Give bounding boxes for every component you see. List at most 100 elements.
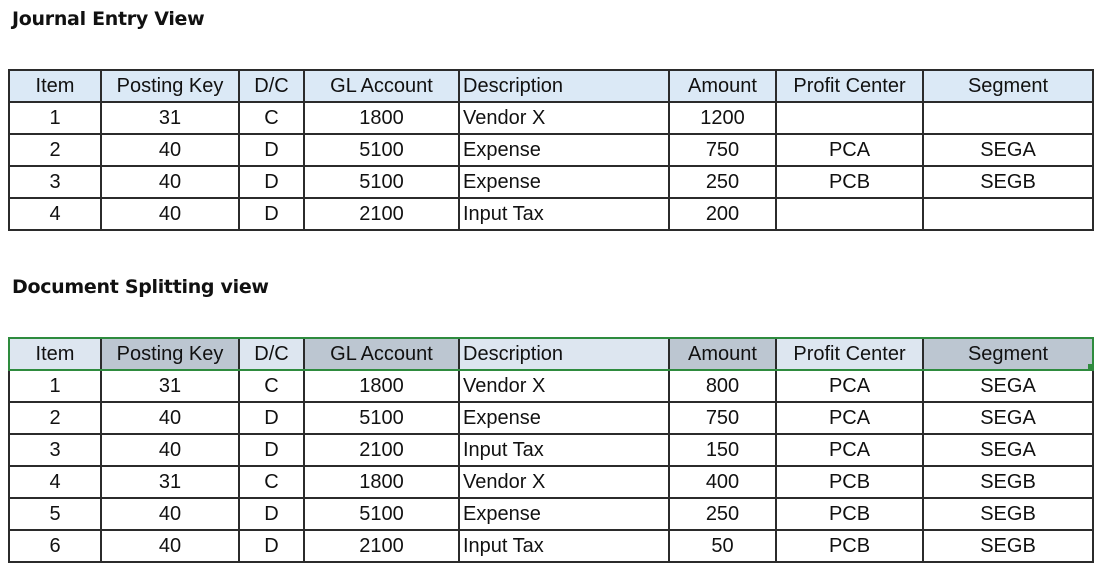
cell-gl-account[interactable]: 5100 (303, 133, 460, 167)
cell-item[interactable]: 5 (8, 497, 102, 531)
cell-dc[interactable]: C (238, 369, 305, 403)
cell-posting-key[interactable]: 40 (100, 529, 240, 563)
cell-posting-key[interactable]: 40 (100, 433, 240, 467)
cell-segment[interactable]: SEGA (922, 133, 1094, 167)
column-header-dc[interactable]: D/C (238, 69, 305, 103)
cell-description[interactable]: Input Tax (458, 433, 670, 467)
cell-gl-account[interactable]: 1800 (303, 101, 460, 135)
cell-profit-center[interactable]: PCB (775, 165, 924, 199)
cell-description[interactable]: Expense (458, 165, 670, 199)
cell-profit-center[interactable]: PCA (775, 369, 924, 403)
cell-description[interactable]: Input Tax (458, 529, 670, 563)
cell-posting-key[interactable]: 40 (100, 133, 240, 167)
cell-amount[interactable]: 400 (668, 465, 777, 499)
cell-description[interactable]: Vendor X (458, 369, 670, 403)
cell-amount[interactable]: 250 (668, 497, 777, 531)
cell-profit-center[interactable]: PCA (775, 433, 924, 467)
cell-segment[interactable]: SEGA (922, 401, 1094, 435)
column-header-description[interactable]: Description (458, 69, 670, 103)
cell-dc[interactable]: C (238, 101, 305, 135)
cell-dc[interactable]: D (238, 529, 305, 563)
cell-amount[interactable]: 750 (668, 401, 777, 435)
cell-segment[interactable] (922, 197, 1094, 231)
column-header-dc[interactable]: D/C (238, 337, 305, 371)
cell-item[interactable]: 1 (8, 101, 102, 135)
column-header-amount[interactable]: Amount (668, 337, 777, 371)
cell-dc[interactable]: C (238, 465, 305, 499)
cell-amount[interactable]: 800 (668, 369, 777, 403)
selection-fill-handle[interactable] (1088, 364, 1094, 370)
cell-posting-key[interactable]: 40 (100, 401, 240, 435)
cell-gl-account[interactable]: 1800 (303, 465, 460, 499)
cell-item[interactable]: 3 (8, 165, 102, 199)
cell-profit-center[interactable] (775, 197, 924, 231)
cell-gl-account[interactable]: 5100 (303, 497, 460, 531)
cell-amount[interactable]: 50 (668, 529, 777, 563)
cell-description[interactable]: Vendor X (458, 101, 670, 135)
cell-gl-account[interactable]: 5100 (303, 401, 460, 435)
table-row: 1 31 C 1800 Vendor X 800 PCA SEGA (8, 369, 1094, 403)
cell-dc[interactable]: D (238, 497, 305, 531)
cell-profit-center[interactable]: PCB (775, 465, 924, 499)
cell-profit-center[interactable] (775, 101, 924, 135)
cell-item[interactable]: 4 (8, 197, 102, 231)
column-header-posting-key[interactable]: Posting Key (100, 69, 240, 103)
cell-item[interactable]: 6 (8, 529, 102, 563)
cell-amount[interactable]: 150 (668, 433, 777, 467)
cell-profit-center[interactable]: PCB (775, 529, 924, 563)
cell-posting-key[interactable]: 40 (100, 497, 240, 531)
cell-description[interactable]: Expense (458, 497, 670, 531)
column-header-profit-center[interactable]: Profit Center (775, 337, 924, 371)
cell-gl-account[interactable]: 2100 (303, 197, 460, 231)
cell-segment[interactable]: SEGB (922, 497, 1094, 531)
cell-dc[interactable]: D (238, 433, 305, 467)
cell-profit-center[interactable]: PCB (775, 497, 924, 531)
cell-item[interactable]: 4 (8, 465, 102, 499)
cell-dc[interactable]: D (238, 197, 305, 231)
column-header-amount[interactable]: Amount (668, 69, 777, 103)
cell-posting-key[interactable]: 31 (100, 465, 240, 499)
cell-description[interactable]: Expense (458, 401, 670, 435)
column-header-gl-account[interactable]: GL Account (303, 69, 460, 103)
cell-description[interactable]: Input Tax (458, 197, 670, 231)
cell-posting-key[interactable]: 40 (100, 197, 240, 231)
cell-segment[interactable]: SEGA (922, 369, 1094, 403)
table-row: 6 40 D 2100 Input Tax 50 PCB SEGB (8, 529, 1094, 563)
cell-segment[interactable]: SEGB (922, 465, 1094, 499)
cell-item[interactable]: 2 (8, 133, 102, 167)
cell-dc[interactable]: D (238, 165, 305, 199)
cell-profit-center[interactable]: PCA (775, 401, 924, 435)
cell-description[interactable]: Vendor X (458, 465, 670, 499)
splitting-header-row-selected[interactable]: Item Posting Key D/C GL Account Descript… (8, 337, 1094, 371)
column-header-profit-center[interactable]: Profit Center (775, 69, 924, 103)
cell-dc[interactable]: D (238, 133, 305, 167)
cell-amount[interactable]: 1200 (668, 101, 777, 135)
cell-gl-account[interactable]: 5100 (303, 165, 460, 199)
cell-segment[interactable]: SEGB (922, 529, 1094, 563)
cell-item[interactable]: 1 (8, 369, 102, 403)
cell-posting-key[interactable]: 40 (100, 165, 240, 199)
column-header-item[interactable]: Item (8, 69, 102, 103)
cell-amount[interactable]: 750 (668, 133, 777, 167)
cell-description[interactable]: Expense (458, 133, 670, 167)
cell-segment[interactable]: SEGA (922, 433, 1094, 467)
cell-gl-account[interactable]: 2100 (303, 433, 460, 467)
cell-segment[interactable] (922, 101, 1094, 135)
cell-amount[interactable]: 250 (668, 165, 777, 199)
cell-posting-key[interactable]: 31 (100, 101, 240, 135)
column-header-gl-account[interactable]: GL Account (303, 337, 460, 371)
column-header-posting-key[interactable]: Posting Key (100, 337, 240, 371)
cell-gl-account[interactable]: 1800 (303, 369, 460, 403)
column-header-description[interactable]: Description (458, 337, 670, 371)
cell-gl-account[interactable]: 2100 (303, 529, 460, 563)
column-header-segment[interactable]: Segment (922, 69, 1094, 103)
column-header-item[interactable]: Item (8, 337, 102, 371)
cell-amount[interactable]: 200 (668, 197, 777, 231)
cell-posting-key[interactable]: 31 (100, 369, 240, 403)
cell-item[interactable]: 2 (8, 401, 102, 435)
cell-segment[interactable]: SEGB (922, 165, 1094, 199)
cell-item[interactable]: 3 (8, 433, 102, 467)
cell-profit-center[interactable]: PCA (775, 133, 924, 167)
column-header-segment[interactable]: Segment (922, 337, 1094, 371)
cell-dc[interactable]: D (238, 401, 305, 435)
